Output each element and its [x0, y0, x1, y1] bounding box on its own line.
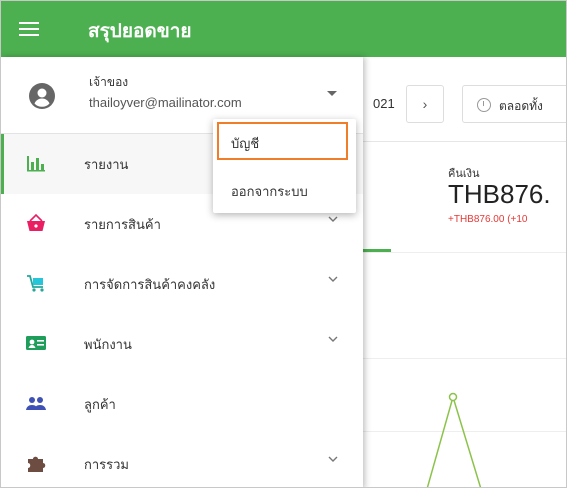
chart-gridline [363, 358, 566, 359]
nav-item-label: ลูกค้า [84, 397, 116, 412]
account-email: thailoyver@mailinator.com [89, 95, 242, 110]
menu-item-label: บัญชี [231, 136, 260, 151]
account-menu: บัญชี ออกจากระบบ [213, 119, 356, 213]
divider [363, 141, 566, 142]
nav-item-label: พนักงาน [84, 337, 132, 352]
account-menu-item-account[interactable]: บัญชี [217, 122, 348, 160]
hamburger-menu-icon[interactable] [19, 18, 39, 40]
chart-point [448, 392, 458, 402]
period-label: ตลอดทั้ง [499, 99, 543, 113]
account-avatar-icon [29, 83, 55, 109]
basket-icon [27, 213, 45, 231]
divider [363, 252, 566, 253]
active-indicator [1, 134, 4, 194]
chart-series-line [426, 394, 482, 487]
nav-item-customers[interactable]: ลูกค้า [1, 374, 363, 434]
chevron-down-icon [328, 276, 338, 282]
nav-item-integrations[interactable]: การรวม [1, 434, 363, 487]
nav-item-label: การรวม [84, 457, 130, 472]
nav-item-employees[interactable]: พนักงาน [1, 314, 363, 374]
cart-icon [27, 275, 44, 292]
refund-change: +THB876.00 (+10 [448, 214, 528, 225]
people-icon [26, 397, 46, 410]
sales-chart [426, 392, 482, 487]
app-window: 021 › ตลอดทั้ง คืนเงิน THB876. +THB876.0… [0, 0, 567, 488]
nav-item-label: การจัดการสินค้าคงคลัง [84, 277, 216, 292]
clock-icon [477, 98, 491, 112]
period-selector[interactable]: ตลอดทั้ง [462, 85, 566, 123]
app-bar: สรุปยอดขาย [1, 1, 566, 57]
chevron-down-icon [328, 456, 338, 462]
bar-chart-icon [27, 156, 45, 172]
account-menu-item-logout[interactable]: ออกจากระบบ [213, 169, 356, 209]
nav-item-label: รายการสินค้า [84, 217, 161, 232]
page-title: สรุปยอดขาย [88, 21, 192, 42]
chevron-down-icon [328, 216, 338, 222]
next-period-button[interactable]: › [406, 85, 444, 123]
refund-value: THB876. [448, 179, 551, 209]
menu-item-label: ออกจากระบบ [231, 184, 308, 199]
nav-item-inventory[interactable]: การจัดการสินค้าคงคลัง [1, 254, 363, 314]
puzzle-icon [28, 456, 46, 472]
account-dropdown-icon[interactable] [327, 91, 337, 96]
nav-item-label: รายงาน [84, 157, 129, 172]
chevron-down-icon [328, 336, 338, 342]
account-role: เจ้าของ [89, 75, 129, 89]
date-range-fragment[interactable]: 021 [373, 85, 401, 123]
id-card-icon [26, 336, 46, 350]
